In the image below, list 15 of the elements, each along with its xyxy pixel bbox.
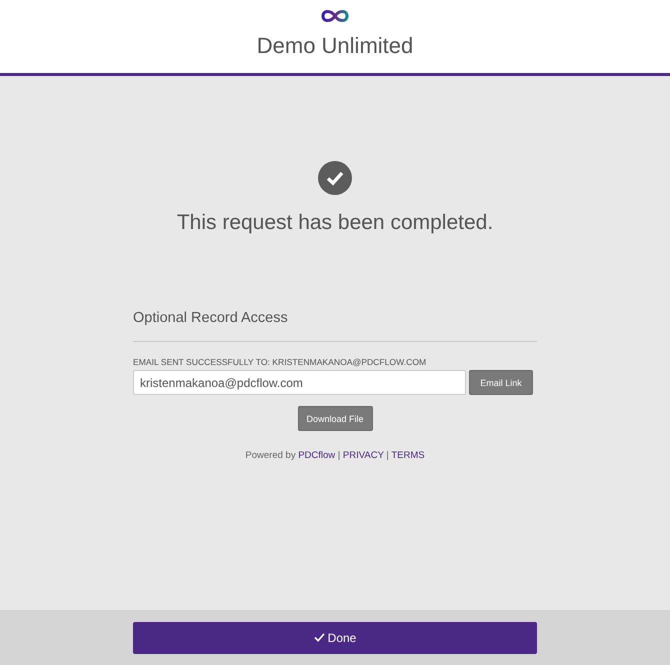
footer-link[interactable]: TERMS bbox=[391, 450, 425, 461]
page-title: Demo Unlimited bbox=[256, 33, 414, 59]
infinity-logo-icon bbox=[321, 9, 349, 23]
email-field[interactable]: kristenmakanoa@pdcflow.com bbox=[133, 370, 466, 395]
footer-link[interactable]: PRIVACY bbox=[342, 450, 384, 461]
done-button[interactable]: Done bbox=[133, 622, 537, 654]
check-circle-icon bbox=[318, 161, 352, 195]
download-file-button[interactable]: Download File bbox=[298, 406, 372, 431]
email-status-label: EMAIL SENT SUCCESSFULLY TO: KRISTENMAKANOA@PDCFLOW.COM bbox=[133, 357, 428, 367]
section-heading: Optional Record Access bbox=[133, 310, 289, 326]
powered-by-text: Powered by PDCflow | PRIVACY | TERMS bbox=[244, 450, 426, 461]
checkmark-icon bbox=[314, 633, 325, 642]
email-link-button[interactable]: Email Link bbox=[469, 370, 533, 395]
completion-message: This request has been completed. bbox=[176, 211, 494, 235]
footer-link[interactable]: PDCflow bbox=[298, 450, 336, 461]
